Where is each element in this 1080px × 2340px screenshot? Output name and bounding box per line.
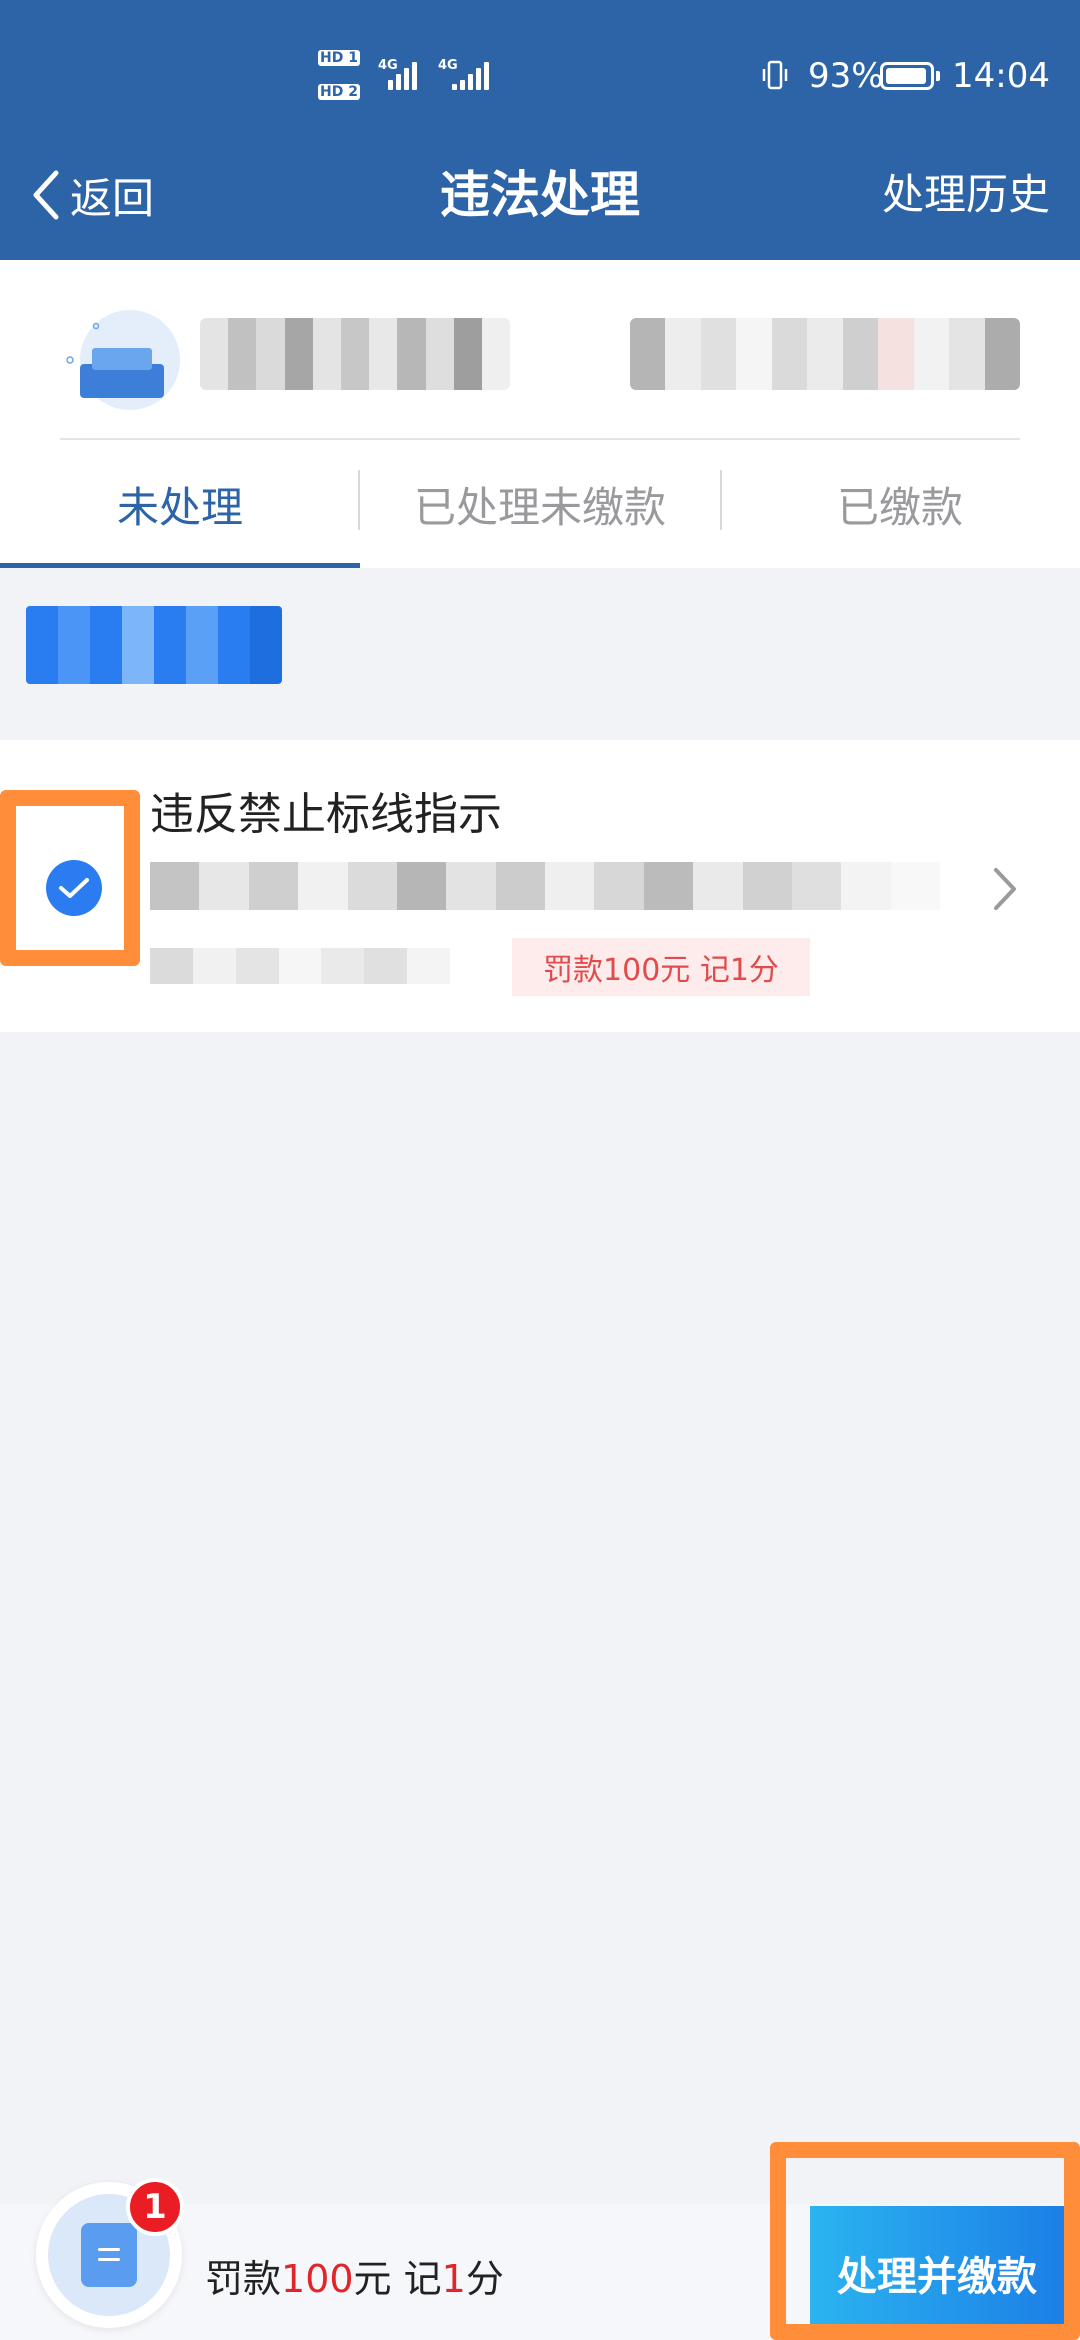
battery-percentage: 93% — [808, 56, 884, 96]
status-tabs: 未处理 已处理未缴款 已缴款 — [0, 440, 1080, 568]
hd1-indicator: HD 1 — [318, 50, 360, 66]
summary-suffix: 分 — [465, 2257, 504, 2301]
hd2-indicator: HD 2 — [318, 84, 360, 100]
battery-icon — [880, 62, 940, 90]
history-button[interactable]: 处理历史 — [882, 162, 1050, 228]
tab-paid[interactable]: 已缴款 — [720, 440, 1080, 568]
chevron-left-icon — [33, 170, 59, 220]
clock: 14:04 — [952, 56, 1050, 96]
violation-count-redacted — [630, 318, 1020, 390]
tab-separator — [358, 470, 360, 530]
vehicle-icon — [66, 310, 180, 410]
vehicle-info-card: 未处理 已处理未缴款 已缴款 — [0, 260, 1080, 568]
summary-mid: 元 记 — [353, 2257, 442, 2301]
plate-tag-redacted — [26, 606, 282, 684]
summary-prefix: 罚款 — [205, 2257, 282, 2301]
chevron-right-icon[interactable] — [990, 866, 1020, 912]
tab-separator — [720, 470, 722, 530]
signal-strength-icon — [452, 60, 489, 90]
penalty-badge: 罚款100元 记1分 — [512, 938, 810, 996]
fine-amount: 100 — [281, 2257, 354, 2301]
plate-number-redacted — [200, 318, 510, 390]
violation-title: 违反禁止标线指示 — [150, 789, 502, 840]
violation-handling-screen: HD 1 HD 2 4G 4G 93% 14:04 返回 违法处理 处理历史 未… — [0, 0, 1080, 2340]
violation-location-redacted — [150, 862, 940, 910]
app-header: HD 1 HD 2 4G 4G 93% 14:04 返回 违法处理 处理历史 — [0, 0, 1080, 260]
points-value: 1 — [441, 2257, 466, 2301]
tab-unprocessed[interactable]: 未处理 — [0, 440, 360, 568]
penalty-summary: 罚款100元 记1分 — [205, 2248, 504, 2303]
violation-time-redacted — [150, 948, 450, 984]
document-icon — [81, 2223, 137, 2287]
back-button[interactable]: 返回 — [30, 162, 154, 228]
selected-count-badge: 1 — [126, 2178, 184, 2236]
check-icon — [59, 878, 89, 898]
vibrate-icon — [762, 60, 788, 90]
status-bar: HD 1 HD 2 4G 4G 93% 14:04 — [0, 0, 1080, 150]
tab-processed-unpaid[interactable]: 已处理未缴款 — [360, 440, 720, 568]
back-label: 返回 — [70, 173, 155, 223]
process-and-pay-button[interactable]: 处理并缴款 — [810, 2206, 1064, 2326]
signal-strength-icon — [380, 60, 417, 90]
violation-checkbox[interactable] — [46, 860, 102, 916]
